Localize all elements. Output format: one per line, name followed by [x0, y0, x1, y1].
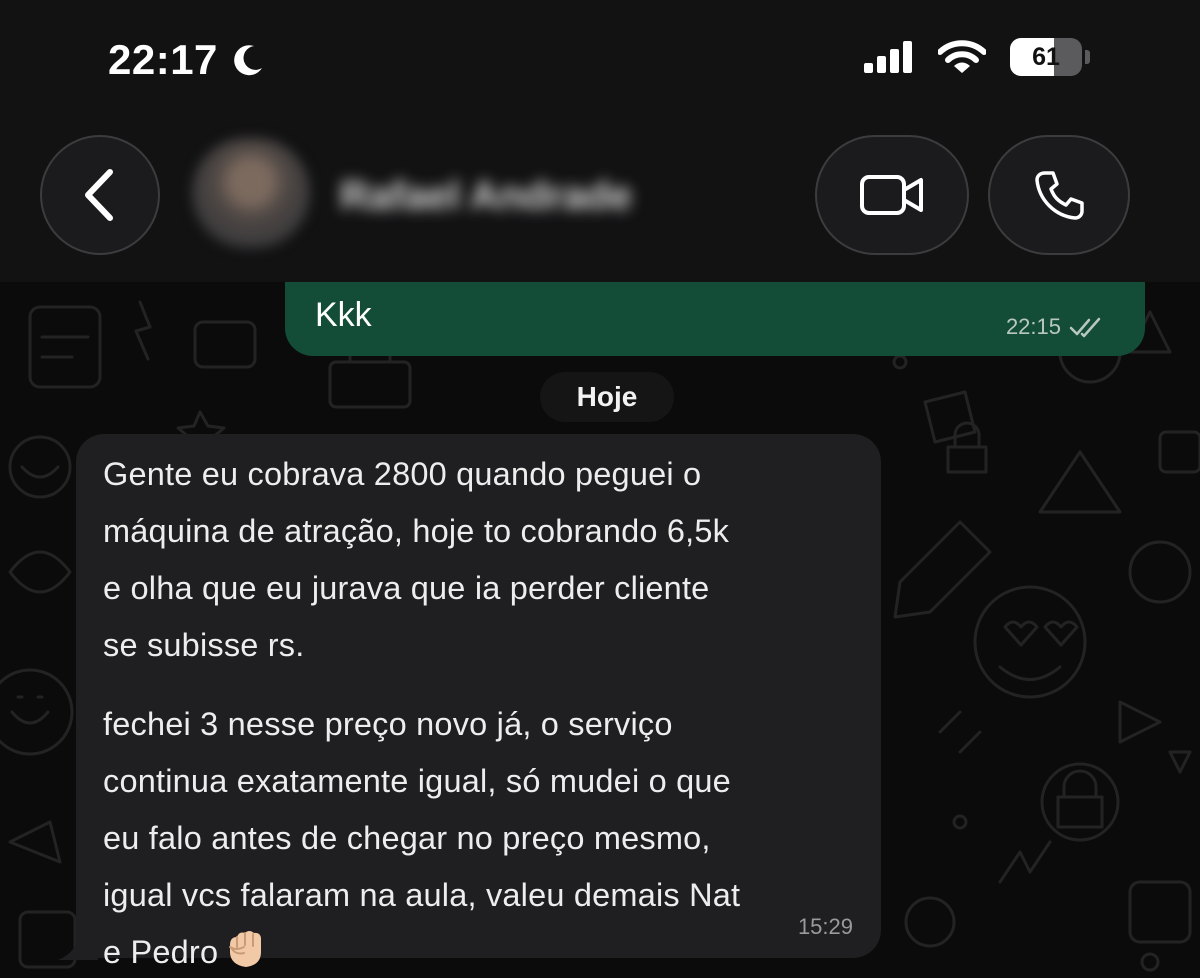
status-time: 22:17	[108, 36, 218, 83]
wifi-icon	[938, 40, 986, 73]
chevron-left-icon	[85, 169, 113, 221]
date-separator: Hoje	[540, 372, 674, 422]
chat-screen: 22:17 61 Rafael Andrade Kkk 22:15 Hoje G…	[0, 0, 1200, 978]
video-call-button[interactable]	[815, 135, 969, 255]
incoming-message-paragraph: Gente eu cobrava 2800 quando peguei o má…	[103, 456, 730, 663]
incoming-message-paragraph: fechei 3 nesse preço novo já, o serviço …	[103, 696, 863, 978]
outgoing-message-meta: 22:15	[1006, 314, 1105, 340]
incoming-message-paragraph-text: fechei 3 nesse preço novo já, o serviço …	[103, 706, 741, 970]
status-bar-left: 22:17	[108, 36, 268, 84]
phone-icon	[1035, 171, 1084, 220]
signal-icon	[864, 41, 912, 73]
fist-emoji	[229, 931, 262, 967]
outgoing-message-time: 22:15	[1005, 314, 1061, 339]
top-bar: 22:17 61 Rafael Andrade	[0, 0, 1200, 282]
contact-name[interactable]: Rafael Andrade	[340, 174, 632, 219]
outgoing-message-bubble[interactable]: Kkk 22:15	[285, 282, 1145, 356]
battery-cap	[1085, 50, 1090, 64]
voice-call-button[interactable]	[988, 135, 1130, 255]
double-check-icon	[1069, 317, 1101, 338]
moon-icon	[234, 45, 262, 76]
chat-area[interactable]: Kkk 22:15 Hoje Gente eu cobrava 2800 qua…	[0, 282, 1200, 978]
incoming-message-bubble[interactable]: Gente eu cobrava 2800 quando peguei o má…	[76, 434, 881, 970]
status-bar-right: 61	[864, 38, 1090, 76]
back-button[interactable]	[40, 135, 160, 255]
battery-icon: 61	[1010, 38, 1082, 76]
outgoing-message-text: Kkk	[315, 296, 372, 334]
avatar[interactable]	[192, 138, 310, 248]
video-camera-icon	[860, 175, 923, 215]
incoming-message-time: 15:29	[797, 914, 853, 939]
battery-level: 61	[1032, 42, 1060, 71]
